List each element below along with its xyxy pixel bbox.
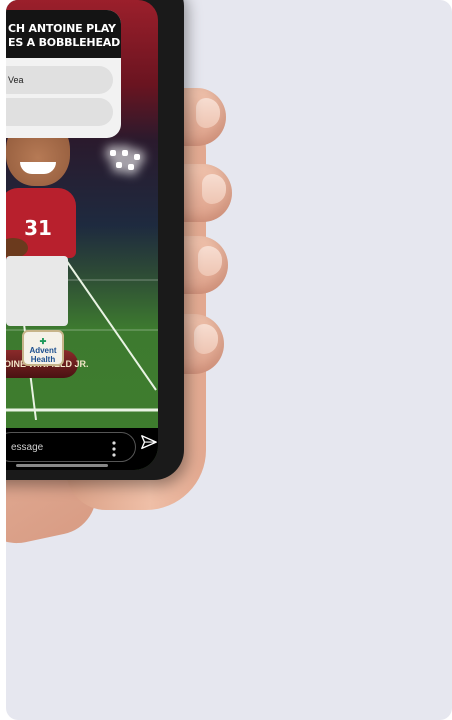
sponsor-line1: Advent — [29, 346, 57, 355]
sponsor-logo: ✚ Advent Health — [22, 330, 64, 366]
poll-card: CH ANTOINE PLAY ES A BOBBLEHEAD NOD Vea — [6, 10, 121, 138]
sponsor-mark-icon: ✚ — [39, 337, 47, 346]
poll-title-line2: ES A BOBBLEHEAD NOD — [8, 36, 121, 49]
message-bar: essage — [6, 428, 158, 470]
phone-screen: 31 OINE WINFIELD JR. ✚ Advent Health CH … — [6, 0, 158, 470]
poll-option-1-label: Vea — [8, 75, 24, 85]
phone-device: 31 OINE WINFIELD JR. ✚ Advent Health CH … — [6, 0, 184, 480]
sponsor-line2: Health — [30, 355, 56, 364]
poll-option-2[interactable] — [6, 98, 113, 126]
send-icon[interactable] — [140, 434, 158, 452]
message-input[interactable]: essage — [6, 432, 136, 462]
stadium-lights — [110, 150, 150, 190]
jersey-number: 31 — [24, 216, 52, 240]
more-vertical-icon[interactable] — [111, 440, 117, 458]
bobblehead-pants — [6, 256, 68, 326]
poll-option-1[interactable]: Vea — [6, 66, 113, 94]
home-indicator[interactable] — [16, 464, 108, 467]
canvas-background: 31 OINE WINFIELD JR. ✚ Advent Health CH … — [6, 0, 452, 720]
message-placeholder: essage — [11, 442, 44, 453]
poll-title-line1: CH ANTOINE PLAY — [8, 22, 116, 35]
poll-header: CH ANTOINE PLAY ES A BOBBLEHEAD NOD — [6, 10, 121, 58]
bobblehead-figure: 31 OINE WINFIELD JR. ✚ Advent Health — [6, 110, 94, 390]
